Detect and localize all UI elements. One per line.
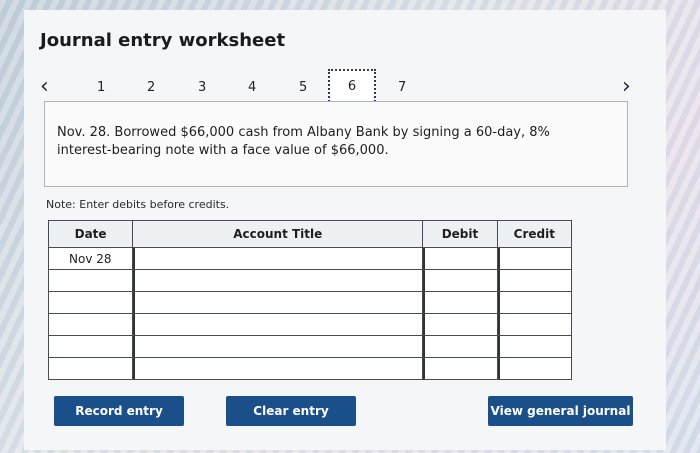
page-title: Journal entry worksheet (40, 30, 286, 51)
worksheet-panel: Journal entry worksheet ‹ 1 2 3 4 5 6 7 … (24, 10, 666, 450)
date-cell[interactable] (47, 357, 134, 380)
table-row (47, 269, 573, 292)
table-row (47, 335, 573, 358)
debit-input[interactable] (422, 335, 498, 358)
credit-input[interactable] (496, 335, 573, 358)
account-title-input[interactable] (132, 269, 424, 292)
credit-input[interactable] (496, 247, 573, 270)
account-title-input[interactable] (132, 247, 424, 270)
credit-input[interactable] (496, 313, 573, 336)
date-cell[interactable] (47, 313, 134, 336)
table-row: Nov 28 (47, 247, 573, 270)
credit-header: Credit (496, 220, 573, 248)
page-3[interactable]: 3 (198, 80, 206, 95)
credit-input[interactable] (496, 357, 573, 380)
chevron-left-icon[interactable]: ‹ (40, 74, 49, 99)
date-cell: Nov 28 (47, 247, 134, 270)
date-header: Date (47, 220, 134, 248)
entry-note: Note: Enter debits before credits. (46, 198, 230, 211)
table-row (47, 313, 573, 336)
debit-input[interactable] (422, 247, 498, 270)
transaction-prompt-box: Nov. 28. Borrowed $66,000 cash from Alba… (44, 101, 628, 187)
debit-header: Debit (422, 220, 498, 248)
debit-input[interactable] (422, 357, 498, 380)
table-header-row: Date Account Title Debit Credit (47, 220, 573, 248)
credit-input[interactable] (496, 269, 573, 292)
transaction-description: Nov. 28. Borrowed $66,000 cash from Alba… (57, 125, 550, 158)
account-title-input[interactable] (132, 313, 424, 336)
date-cell[interactable] (47, 335, 134, 358)
table-row (47, 291, 573, 314)
debit-input[interactable] (422, 269, 498, 292)
account-title-input[interactable] (132, 357, 424, 380)
account-title-header: Account Title (132, 220, 424, 248)
table-row (47, 357, 573, 380)
date-cell[interactable] (47, 269, 134, 292)
page-7[interactable]: 7 (398, 80, 406, 95)
page-5[interactable]: 5 (299, 80, 307, 95)
chevron-right-icon[interactable]: › (622, 74, 631, 99)
debit-input[interactable] (422, 291, 498, 314)
page-1[interactable]: 1 (97, 80, 105, 95)
record-entry-button[interactable]: Record entry (54, 396, 184, 426)
page-2[interactable]: 2 (147, 80, 155, 95)
journal-table: Date Account Title Debit Credit Nov 28 (47, 220, 573, 380)
credit-input[interactable] (496, 291, 573, 314)
page-4[interactable]: 4 (248, 80, 256, 95)
debit-input[interactable] (422, 313, 498, 336)
account-title-input[interactable] (132, 335, 424, 358)
page-6-active[interactable]: 6 (328, 69, 376, 105)
view-general-journal-button[interactable]: View general journal (488, 396, 633, 426)
account-title-input[interactable] (132, 291, 424, 314)
clear-entry-button[interactable]: Clear entry (226, 396, 356, 426)
date-cell[interactable] (47, 291, 134, 314)
